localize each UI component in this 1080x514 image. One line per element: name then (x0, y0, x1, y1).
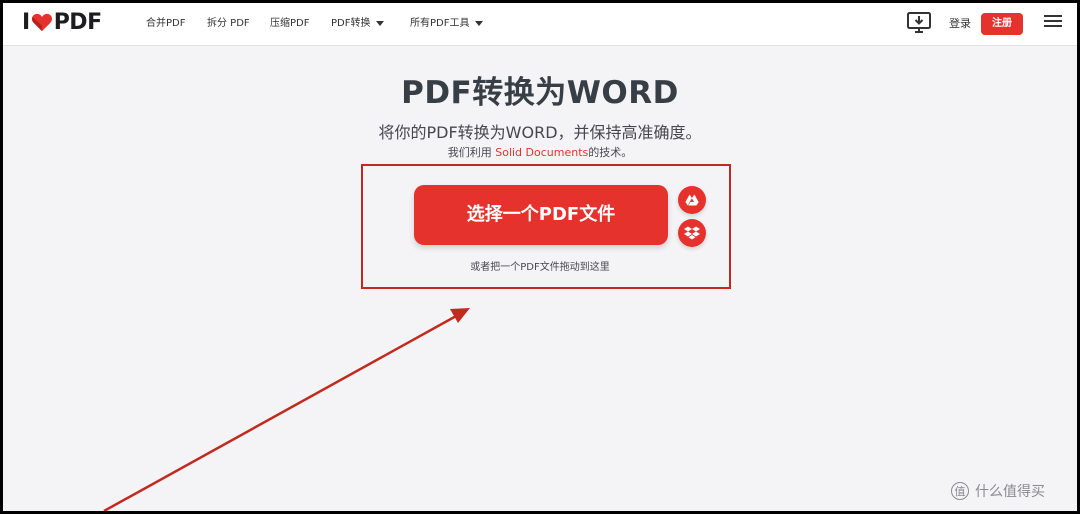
watermark: 值 什么值得买 (951, 481, 1045, 501)
watermark-badge-icon: 值 (951, 482, 969, 500)
screenshot-frame: I PDF 合并PDF 拆分 PDF 压缩PDF PDF转换 所有PDF工具 登… (3, 3, 1077, 511)
annotation-arrow (103, 308, 470, 511)
watermark-text: 什么值得买 (975, 484, 1045, 500)
